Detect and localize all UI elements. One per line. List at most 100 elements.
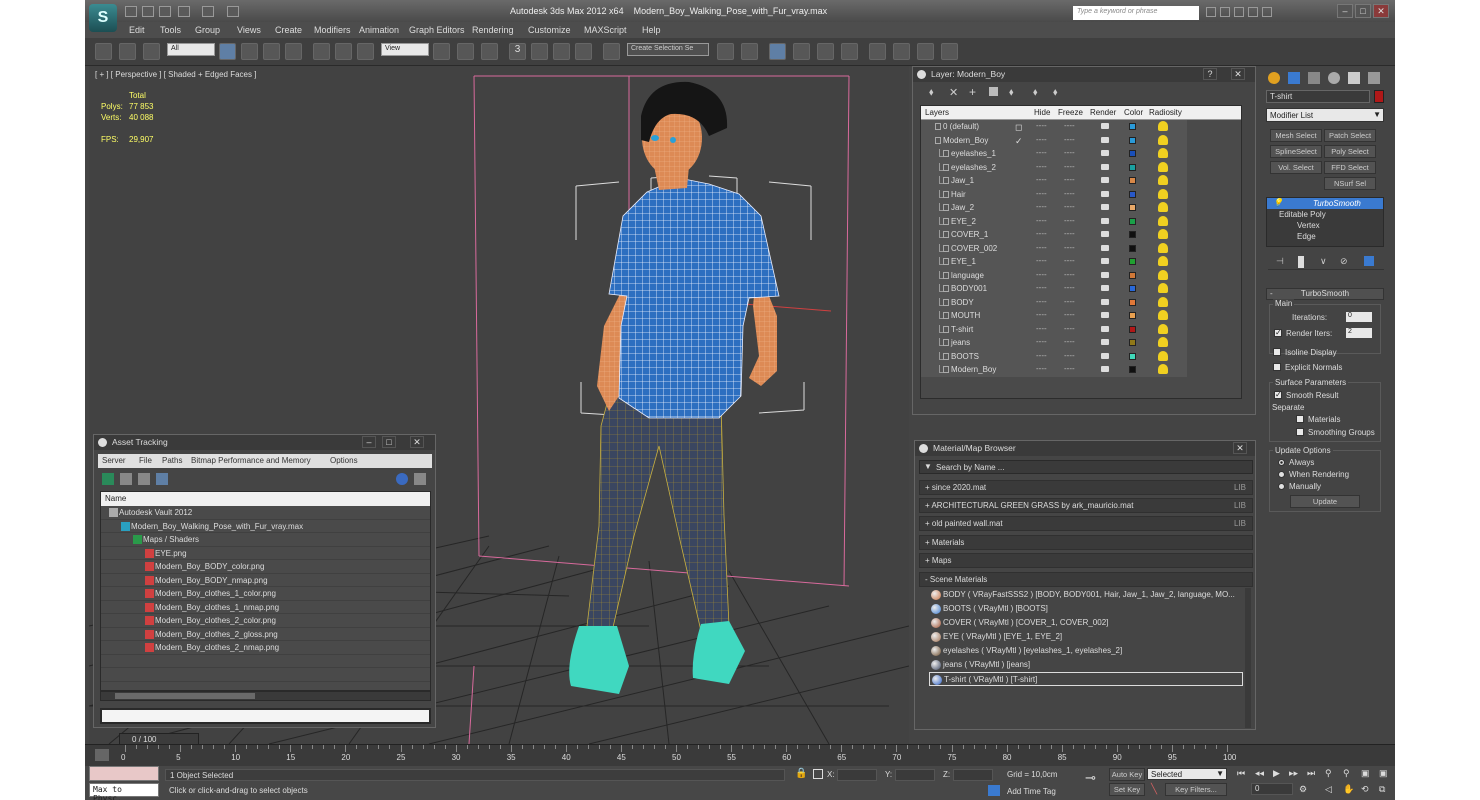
add-time-tag[interactable]: Add Time Tag: [1007, 787, 1056, 796]
asset-menu-server[interactable]: Server: [102, 456, 126, 465]
create-tab-icon[interactable]: [1268, 72, 1280, 84]
freeze-toggle[interactable]: ----: [1064, 135, 1075, 144]
menu-tools[interactable]: Tools: [160, 25, 181, 35]
schematic-view-icon[interactable]: [841, 43, 858, 60]
help-search-input[interactable]: Type a keyword or phrase: [1073, 6, 1199, 20]
render-teapot-icon[interactable]: [1101, 258, 1109, 264]
layer-row[interactable]: MOUTH ---- ----: [921, 309, 1187, 323]
select-manipulate-icon[interactable]: [457, 43, 474, 60]
material-search-input[interactable]: ▼ Search by Name ...: [919, 460, 1253, 474]
render-iters-checkbox[interactable]: ✓: [1274, 328, 1282, 337]
layer-color-swatch[interactable]: [1129, 244, 1136, 252]
key-icon[interactable]: ⊸: [1085, 770, 1096, 786]
layer-row[interactable]: eyelashes_1 ---- ----: [921, 147, 1187, 161]
menu-help[interactable]: Help: [642, 25, 661, 35]
layer-freeze-all-icon[interactable]: ⬧: [1053, 87, 1058, 98]
layer-color-swatch[interactable]: [1129, 150, 1136, 157]
render-teapot-icon[interactable]: [1101, 217, 1109, 224]
asset-row[interactable]: Modern_Boy_clothes_1_nmap.png: [101, 601, 430, 614]
layer-color-swatch[interactable]: [1129, 312, 1136, 319]
asset-horizontal-scrollbar[interactable]: [100, 691, 431, 701]
unlink-icon[interactable]: [119, 43, 136, 60]
hide-toggle[interactable]: ----: [1036, 162, 1047, 171]
layer-name[interactable]: MOUTH: [951, 311, 980, 320]
hide-toggle[interactable]: ----: [1036, 121, 1047, 130]
menu-group[interactable]: Group: [195, 25, 220, 35]
close-button[interactable]: ✕: [1373, 4, 1389, 18]
render-teapot-icon[interactable]: [1101, 312, 1109, 318]
hide-toggle[interactable]: ----: [1036, 202, 1047, 211]
layer-close-button[interactable]: ✕: [1231, 68, 1245, 80]
radiosity-icon[interactable]: [1158, 242, 1168, 253]
move-icon[interactable]: [313, 43, 330, 60]
hide-toggle[interactable]: ----: [1036, 337, 1047, 346]
save-file-icon[interactable]: [159, 6, 171, 17]
freeze-toggle[interactable]: ----: [1064, 243, 1075, 252]
snap-toggle-icon[interactable]: 3: [509, 43, 526, 60]
asset-refresh-icon[interactable]: [102, 473, 114, 485]
next-frame-icon[interactable]: ▸▸: [1289, 768, 1298, 779]
help-icon[interactable]: [1262, 7, 1272, 17]
layer-add-icon[interactable]: +: [969, 85, 976, 99]
render-teapot-icon[interactable]: [1101, 231, 1109, 237]
scene-material-item[interactable]: T-shirt ( VRayMtl ) [T-shirt]: [929, 672, 1243, 686]
smoothing-groups-checkbox[interactable]: [1296, 428, 1304, 436]
asset-maximize-button[interactable]: □: [382, 436, 396, 448]
asset-help-icon[interactable]: [396, 473, 408, 485]
pan-icon[interactable]: ✋: [1343, 784, 1354, 795]
radiosity-icon[interactable]: [1158, 161, 1168, 172]
keyboard-shortcut-icon[interactable]: [481, 43, 498, 60]
layer-color-swatch[interactable]: [1129, 204, 1136, 211]
zoom-extents-icon[interactable]: ▣: [1361, 768, 1370, 779]
hide-toggle[interactable]: ----: [1036, 310, 1047, 319]
key-filter-icon[interactable]: ╲: [1151, 784, 1157, 795]
freeze-toggle[interactable]: ----: [1064, 337, 1075, 346]
configure-sets-icon[interactable]: [1364, 256, 1374, 266]
asset-path-field[interactable]: [100, 708, 431, 724]
layer-highlight-icon[interactable]: ⬧: [1009, 87, 1014, 98]
stack-turbosmooth[interactable]: 💡 TurboSmooth: [1267, 198, 1383, 209]
render-teapot-icon[interactable]: [1101, 244, 1109, 251]
material-group-2[interactable]: + ARCHITECTURAL GREEN GRASS by ark_mauri…: [919, 498, 1253, 513]
modify-tab-icon[interactable]: [1288, 72, 1300, 84]
render-teapot-icon[interactable]: [1101, 190, 1109, 197]
radiosity-icon[interactable]: [1158, 256, 1168, 266]
layer-row[interactable]: BOOTS ---- ----: [921, 350, 1187, 364]
hide-toggle[interactable]: ----: [1036, 283, 1047, 292]
asset-row[interactable]: Modern_Boy_BODY_nmap.png: [101, 574, 430, 587]
layer-name[interactable]: BODY: [951, 298, 974, 307]
freeze-toggle[interactable]: ----: [1064, 216, 1075, 225]
key-mode-dropdown[interactable]: Selected ▼: [1147, 768, 1227, 780]
layer-row[interactable]: EYE_1 ---- ----: [921, 255, 1187, 269]
radiosity-icon[interactable]: [1158, 269, 1168, 280]
material-group-1[interactable]: + since 2020.mat LIB: [919, 480, 1253, 495]
absolute-mode-icon[interactable]: [813, 769, 823, 779]
app-logo-icon[interactable]: S: [89, 4, 117, 32]
rotate-icon[interactable]: [335, 43, 352, 60]
z-coordinate-field[interactable]: [953, 769, 993, 781]
bind-space-warp-icon[interactable]: [143, 43, 160, 60]
scene-material-item[interactable]: jeans ( VRayMtl ) [jeans]: [929, 658, 1243, 672]
radiosity-icon[interactable]: [1158, 323, 1168, 334]
go-to-end-icon[interactable]: ⏭: [1307, 768, 1315, 779]
redo-icon[interactable]: [202, 6, 214, 17]
pin-stack-icon[interactable]: ⊣: [1276, 256, 1284, 267]
object-name-input[interactable]: T-shirt: [1266, 90, 1370, 103]
undo-icon[interactable]: [178, 6, 190, 17]
auto-key-button[interactable]: Auto Key: [1109, 768, 1145, 781]
zoom-icon[interactable]: ⚲: [1325, 768, 1332, 779]
radiosity-icon[interactable]: [1158, 310, 1168, 320]
radiosity-icon[interactable]: [1158, 188, 1168, 199]
render-iters-spinner[interactable]: 2: [1346, 328, 1372, 338]
layer-row[interactable]: Hair ---- ----: [921, 188, 1187, 202]
material-scrollbar[interactable]: [1245, 588, 1251, 728]
asset-row[interactable]: Modern_Boy_BODY_color.png: [101, 560, 430, 574]
freeze-toggle[interactable]: ----: [1064, 283, 1075, 292]
freeze-toggle[interactable]: ----: [1064, 189, 1075, 198]
asset-table-icon[interactable]: [138, 473, 150, 485]
hide-toggle[interactable]: ----: [1036, 216, 1047, 225]
radiosity-icon[interactable]: [1158, 202, 1168, 212]
stack-editable-poly[interactable]: Editable Poly: [1267, 209, 1383, 220]
layer-name[interactable]: COVER_1: [951, 230, 988, 239]
render-teapot-icon[interactable]: [1101, 339, 1109, 345]
